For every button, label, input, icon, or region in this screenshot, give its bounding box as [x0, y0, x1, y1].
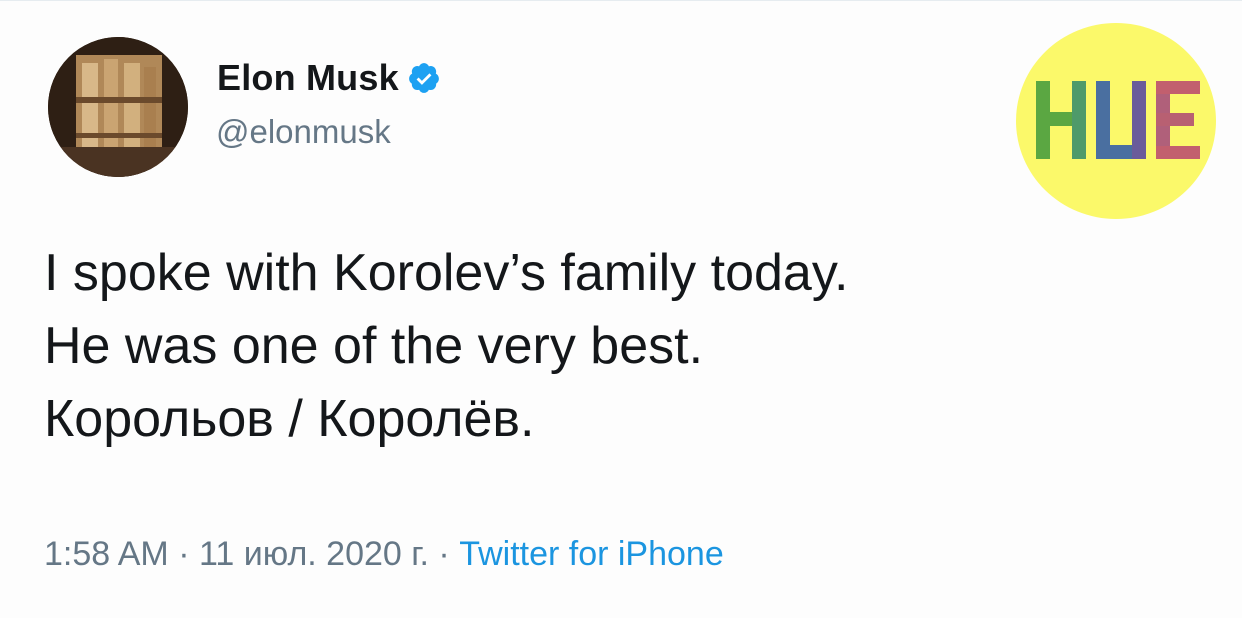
tweet-line: He was one of the very best. [44, 316, 704, 375]
tweet-body: I spoke with Korolev’s family today. He … [44, 237, 1194, 455]
author-row: Elon Musk [217, 57, 441, 99]
tweet-card: Elon Musk @elonmusk I spoke with Korolev… [0, 0, 1242, 618]
tweet-meta: 1:58 AM · 11 июл. 2020 г. · Twitter for … [44, 535, 724, 574]
tweet-line: Корольов / Королёв. [44, 389, 535, 448]
hue-watermark-logo [1016, 23, 1216, 219]
author-name[interactable]: Elon Musk [217, 57, 399, 99]
author-handle[interactable]: @elonmusk [216, 113, 391, 151]
tweet-time[interactable]: 1:58 AM [44, 535, 169, 573]
tweet-line: I spoke with Korolev’s family today. [44, 244, 849, 302]
avatar[interactable] [48, 37, 188, 177]
hue-logo-icon [1036, 81, 1200, 159]
tweet-source-link[interactable]: Twitter for iPhone [459, 535, 724, 573]
tweet-date[interactable]: 11 июл. 2020 г. [199, 535, 429, 573]
meta-separator: · [428, 535, 460, 573]
avatar-image [48, 37, 188, 177]
verified-badge-icon [407, 61, 441, 95]
meta-separator: · [168, 535, 199, 573]
